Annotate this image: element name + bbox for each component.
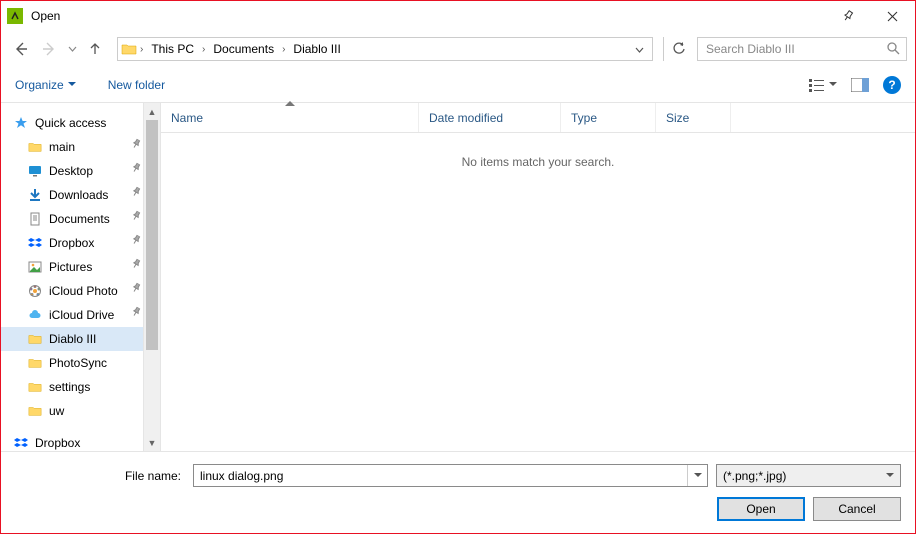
tree-item-label: Desktop <box>49 164 93 178</box>
documents-icon <box>27 211 43 227</box>
tree-item[interactable]: Diablo III <box>1 327 160 351</box>
dropbox-icon <box>27 235 43 251</box>
tree-item[interactable]: main <box>1 135 160 159</box>
tree-item[interactable]: PhotoSync <box>1 351 160 375</box>
search-input[interactable] <box>704 41 886 57</box>
folder-icon <box>27 379 43 395</box>
chevron-right-icon[interactable]: › <box>280 44 287 55</box>
column-type[interactable]: Type <box>561 103 656 132</box>
folder-icon <box>27 403 43 419</box>
tree-item-label: PhotoSync <box>49 356 107 370</box>
tree-item[interactable]: Dropbox <box>1 231 160 255</box>
column-name[interactable]: Name <box>161 103 419 132</box>
tree-item-label: iCloud Photo <box>49 284 118 298</box>
downloads-icon <box>27 187 43 203</box>
dropbox-icon <box>13 435 29 451</box>
organize-label: Organize <box>15 78 64 92</box>
file-name-dropdown[interactable] <box>687 465 707 486</box>
folder-icon <box>27 331 43 347</box>
pictures-icon <box>27 259 43 275</box>
pin-icon <box>129 282 143 297</box>
cancel-button[interactable]: Cancel <box>813 497 901 521</box>
folder-icon <box>27 355 43 371</box>
file-name-input[interactable] <box>194 469 687 483</box>
chevron-right-icon[interactable]: › <box>138 44 145 55</box>
search-box[interactable] <box>697 37 907 61</box>
pin-icon <box>129 186 143 201</box>
tree-item-label: iCloud Drive <box>49 308 114 322</box>
crumb-this-pc[interactable]: This PC <box>145 38 200 60</box>
tree-scrollbar[interactable]: ▲ ▼ <box>143 103 160 451</box>
crumb-documents[interactable]: Documents <box>207 38 280 60</box>
column-date[interactable]: Date modified <box>419 103 561 132</box>
tree-item-label: Documents <box>49 212 110 226</box>
tree-item[interactable]: Pictures <box>1 255 160 279</box>
file-name-combo[interactable] <box>193 464 708 487</box>
icloud-icon <box>27 307 43 323</box>
tree-item[interactable]: Downloads <box>1 183 160 207</box>
refresh-button[interactable] <box>663 37 693 61</box>
new-folder-button[interactable]: New folder <box>108 78 165 92</box>
desktop-icon <box>27 163 43 179</box>
navigation-tree[interactable]: Quick access main Desktop Downloads Documen… <box>1 103 161 451</box>
forward-button <box>37 37 61 61</box>
tree-item-label: Pictures <box>49 260 92 274</box>
tree-item-label: Dropbox <box>49 236 94 250</box>
file-type-filter[interactable]: (*.png;*.jpg) <box>716 464 901 487</box>
sort-asc-icon <box>285 101 295 106</box>
filter-dropdown[interactable] <box>880 465 900 486</box>
recent-dropdown[interactable] <box>65 37 79 61</box>
pin-icon <box>129 258 143 273</box>
file-name-label: File name: <box>15 469 185 483</box>
organize-button[interactable]: Organize <box>15 78 76 92</box>
tree-item[interactable]: Desktop <box>1 159 160 183</box>
search-icon <box>886 41 900 58</box>
new-folder-label: New folder <box>108 78 165 92</box>
tree-item-label: uw <box>49 404 64 418</box>
crumb-diablo-iii[interactable]: Diablo III <box>287 38 346 60</box>
pin-icon <box>129 234 143 249</box>
preview-pane-button[interactable] <box>851 78 869 92</box>
open-button[interactable]: Open <box>717 497 805 521</box>
up-button[interactable] <box>83 37 107 61</box>
chevron-right-icon[interactable]: › <box>200 44 207 55</box>
tree-item[interactable]: iCloud Drive <box>1 303 160 327</box>
back-button[interactable] <box>9 37 33 61</box>
tree-item[interactable]: settings <box>1 375 160 399</box>
folder-icon <box>120 40 138 58</box>
scroll-down-button[interactable]: ▼ <box>144 434 160 451</box>
view-mode-button[interactable] <box>809 78 837 92</box>
column-size[interactable]: Size <box>656 103 731 132</box>
dropbox-root[interactable]: Dropbox <box>1 431 160 451</box>
pin-icon[interactable] <box>825 1 870 31</box>
pin-icon <box>129 210 143 225</box>
close-button[interactable] <box>870 1 915 31</box>
icloud-photo-icon <box>27 283 43 299</box>
scroll-thumb[interactable] <box>146 120 158 350</box>
pin-icon <box>129 138 143 153</box>
quick-access-label: Quick access <box>35 116 106 130</box>
scroll-up-button[interactable]: ▲ <box>144 103 160 120</box>
filter-label: (*.png;*.jpg) <box>723 469 880 483</box>
tree-item[interactable]: uw <box>1 399 160 423</box>
quick-access[interactable]: Quick access <box>1 111 160 135</box>
tree-item[interactable]: iCloud Photo <box>1 279 160 303</box>
help-button[interactable]: ? <box>883 76 901 94</box>
breadcrumb[interactable]: › This PC › Documents › Diablo III <box>117 37 653 61</box>
tree-item-label: Diablo III <box>49 332 96 346</box>
pin-icon <box>129 162 143 177</box>
app-icon <box>7 8 23 24</box>
breadcrumb-dropdown[interactable] <box>629 42 650 56</box>
folder-icon <box>27 139 43 155</box>
tree-item-label: main <box>49 140 75 154</box>
empty-message: No items match your search. <box>161 133 915 191</box>
dropbox-label: Dropbox <box>35 436 80 450</box>
pin-icon <box>129 306 143 321</box>
window-title: Open <box>31 9 60 23</box>
tree-item-label: Downloads <box>49 188 108 202</box>
tree-item[interactable]: Documents <box>1 207 160 231</box>
tree-item-label: settings <box>49 380 90 394</box>
star-icon <box>13 115 29 131</box>
